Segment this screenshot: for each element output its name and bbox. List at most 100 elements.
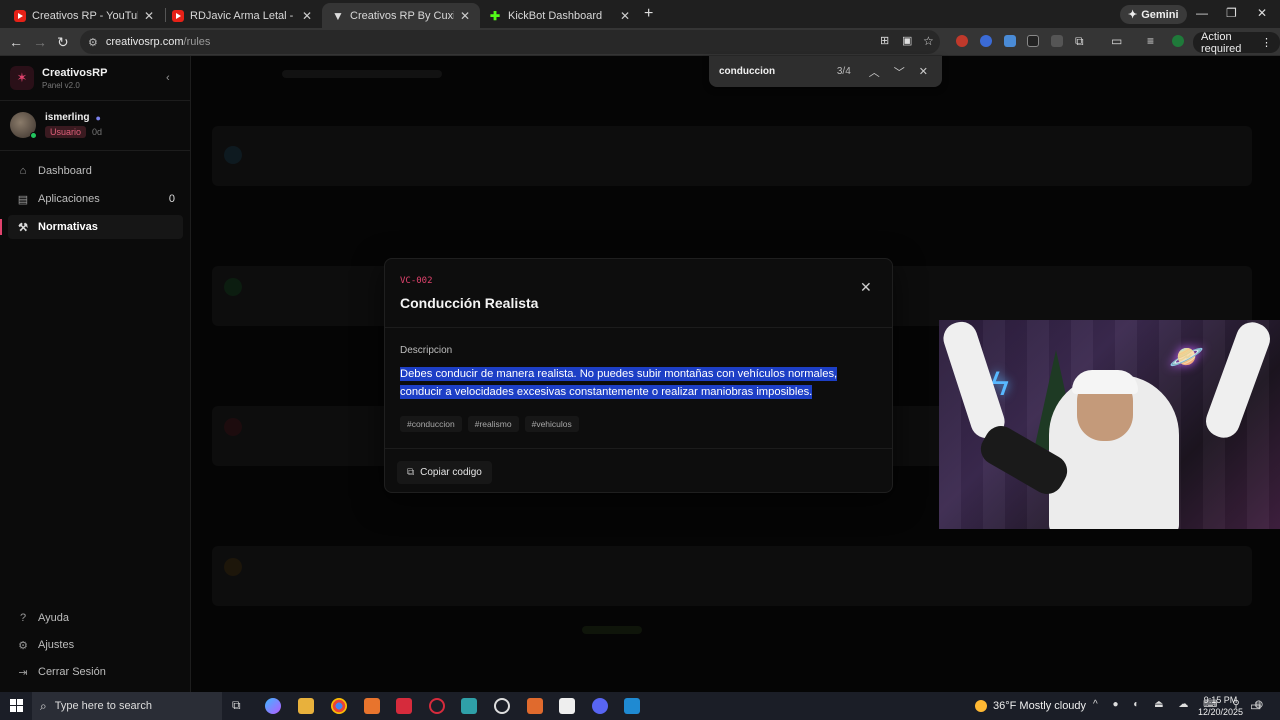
rule-code: VC-002	[400, 276, 433, 286]
divider	[385, 448, 892, 449]
weather-widget[interactable]: 36°F Mostly cloudy	[975, 700, 1086, 712]
sidebar-item-label: Normativas	[38, 221, 98, 233]
brand: ✶ CreativosRP Panel v2.0	[10, 66, 107, 90]
app-icon[interactable]	[527, 698, 543, 714]
window-close-icon[interactable]: ✕	[1257, 6, 1267, 20]
gemini-button[interactable]: ✦ Gemini	[1120, 5, 1187, 24]
rule-detail-modal: VC-002 Conducción Realista ✕ Descripcion…	[384, 258, 893, 493]
windows-start-icon[interactable]	[10, 699, 23, 712]
tab-title: KickBot Dashboard	[508, 9, 603, 22]
forward-icon[interactable]: →	[33, 34, 47, 50]
app-icon[interactable]	[364, 698, 380, 714]
divider	[385, 327, 892, 328]
youtube-icon	[14, 9, 26, 22]
weather-icon	[975, 700, 987, 712]
tab-kickbot[interactable]: ✚ KickBot Dashboard ✕	[480, 3, 640, 28]
minimize-icon[interactable]: —	[1196, 6, 1208, 20]
search-icon: ⌕	[40, 698, 47, 713]
app-icon[interactable]	[559, 698, 575, 714]
youtube-icon	[172, 9, 184, 22]
action-required-button[interactable]: Action required ⋮	[1193, 31, 1280, 55]
brand-version: Panel v2.0	[42, 80, 80, 90]
copy-code-button[interactable]: ⧉ Copiar codigo	[397, 461, 492, 484]
close-icon[interactable]: ✕	[144, 9, 154, 23]
kebab-menu-icon[interactable]: ⋮	[1261, 36, 1272, 49]
discord-icon: ●	[95, 112, 101, 123]
clock[interactable]: 9:15 PM 12/20/2025	[1198, 694, 1243, 718]
media-icon[interactable]: ≡	[1147, 34, 1154, 48]
reader-icon[interactable]: ▣	[902, 34, 912, 47]
address-bar[interactable]: ⚙ creativosrp.com/rules	[80, 30, 940, 54]
extension-icon[interactable]	[980, 35, 992, 47]
weather-text: 36°F Mostly cloudy	[993, 700, 1087, 712]
streamer-cap	[1072, 370, 1138, 394]
app-icon[interactable]	[494, 698, 510, 714]
tab-title: Creativos RP By Cuxial	[350, 9, 454, 22]
puzzle-icon[interactable]: ⧉	[1075, 34, 1084, 49]
collapse-sidebar-icon[interactable]: ‹	[166, 72, 170, 84]
rule-description[interactable]: Debes conducir de manera realista. No pu…	[400, 366, 860, 401]
extension-icon[interactable]	[1004, 35, 1016, 47]
extension-icon[interactable]	[956, 35, 968, 47]
copilot-icon[interactable]	[265, 698, 281, 714]
close-icon[interactable]: ✕	[919, 65, 928, 78]
chevron-down-icon[interactable]: ﹀	[894, 64, 905, 80]
dimmed-category-icon	[224, 278, 242, 296]
extension-icon[interactable]	[1027, 35, 1039, 47]
opera-icon[interactable]	[429, 698, 445, 714]
gemini-label: Gemini	[1141, 8, 1179, 21]
taskbar-search[interactable]: ⌕ Type here to search	[32, 692, 222, 720]
site-info-icon[interactable]: ⚙	[88, 36, 98, 49]
close-icon[interactable]: ✕	[302, 9, 312, 23]
close-icon[interactable]: ✕	[860, 279, 872, 296]
tab-youtube-creativos[interactable]: Creativos RP - YouTube ✕	[4, 3, 164, 28]
sidebar-item-label: Dashboard	[38, 165, 92, 177]
find-input[interactable]: conduccion	[719, 66, 837, 77]
new-tab-button[interactable]: +	[644, 5, 653, 23]
back-icon[interactable]: ←	[9, 34, 23, 50]
discord-icon[interactable]	[592, 698, 608, 714]
sidebar-item-normativas[interactable]: ⚒ Normativas	[0, 215, 183, 239]
close-icon[interactable]: ✕	[460, 9, 470, 23]
sidebar-item-ayuda[interactable]: ? Ayuda	[8, 606, 183, 630]
app-icon[interactable]	[396, 698, 412, 714]
user-name: ismerling	[45, 112, 90, 123]
dimmed-card	[212, 126, 1252, 186]
user-days: 0d	[92, 127, 103, 137]
sidepanel-icon[interactable]: ▭	[1111, 34, 1122, 48]
sidebar-item-label: Ajustes	[38, 639, 75, 651]
tab-title: RDJavic Arma Letal - Los Civiles	[190, 9, 296, 22]
tab-creativos-rp[interactable]: ▼ Creativos RP By Cuxial ✕	[322, 3, 480, 28]
notification-icon[interactable]: ▭	[1250, 699, 1261, 713]
profile-icon[interactable]	[1172, 35, 1184, 47]
task-view-icon[interactable]: ⧉	[232, 698, 248, 714]
site-icon: ▼	[332, 8, 344, 23]
dimmed-heading	[282, 70, 442, 78]
dimmed-category-icon	[224, 418, 242, 436]
close-icon[interactable]: ✕	[620, 9, 630, 23]
dimmed-badge	[582, 626, 642, 634]
translate-icon[interactable]: ⊞	[880, 34, 889, 47]
bookmark-star-icon[interactable]: ☆	[923, 34, 934, 48]
reload-icon[interactable]: ↻	[57, 34, 69, 51]
logo-icon: ✶	[10, 66, 34, 90]
file-explorer-icon[interactable]	[298, 698, 314, 714]
chrome-icon[interactable]	[331, 698, 347, 714]
tag: #conduccion	[400, 416, 462, 432]
role-badge: Usuario	[45, 126, 87, 138]
sidebar-item-cerrar-sesion[interactable]: ⇥ Cerrar Sesión	[8, 660, 183, 684]
url-host: creativosrp.com	[105, 36, 184, 48]
sidebar-item-ajustes[interactable]: ⚙ Ajustes	[8, 633, 183, 657]
restore-icon[interactable]: ❐	[1226, 6, 1237, 20]
vscode-icon[interactable]	[624, 698, 640, 714]
chevron-up-icon[interactable]: ︿	[869, 64, 880, 80]
sidebar-item-dashboard[interactable]: ⌂ Dashboard	[8, 159, 183, 183]
extension-icon[interactable]	[1051, 35, 1063, 47]
dimmed-card	[212, 546, 1252, 606]
sidebar-item-aplicaciones[interactable]: ▤ Aplicaciones 0	[8, 187, 183, 211]
app-icon[interactable]	[461, 698, 477, 714]
search-placeholder: Type here to search	[54, 700, 152, 712]
tag-list: #conduccion #realismo #vehiculos	[400, 416, 579, 432]
tab-youtube-rdjavic[interactable]: RDJavic Arma Letal - Los Civiles ✕	[162, 3, 322, 28]
sidebar: ✶ CreativosRP Panel v2.0 ‹ ismerling ● U…	[0, 56, 191, 692]
